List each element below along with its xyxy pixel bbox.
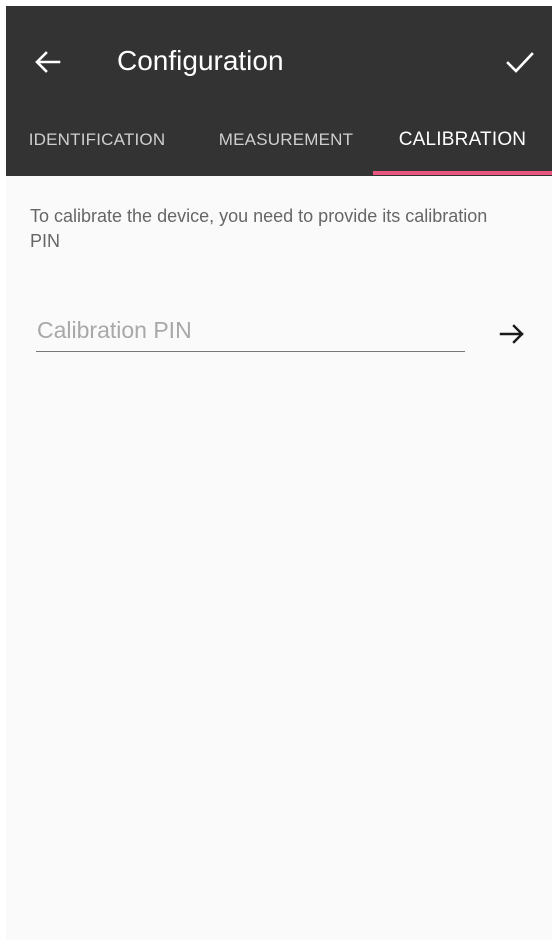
calibration-pin-input[interactable] [36,309,465,352]
tab-selected-indicator [373,171,552,175]
tab-calibration[interactable]: CALIBRATION [373,116,552,176]
tab-bar: IDENTIFICATION MEASUREMENT CALIBRATION [6,116,552,176]
configuration-screen: Configuration IDENTIFICATION MEASUREMENT… [6,6,552,940]
page-title: Configuration [117,45,284,76]
check-icon [506,52,534,73]
arrow-right-icon [499,324,524,344]
confirm-button[interactable] [500,42,540,82]
tab-identification[interactable]: IDENTIFICATION [6,116,188,176]
tab-measurement[interactable]: MEASUREMENT [196,116,376,176]
calibration-description: To calibrate the device, you need to pro… [30,206,488,251]
submit-pin-button[interactable] [494,316,530,352]
back-button[interactable] [28,42,68,82]
app-bar: Configuration IDENTIFICATION MEASUREMENT… [6,6,552,176]
arrow-left-icon [35,51,61,73]
